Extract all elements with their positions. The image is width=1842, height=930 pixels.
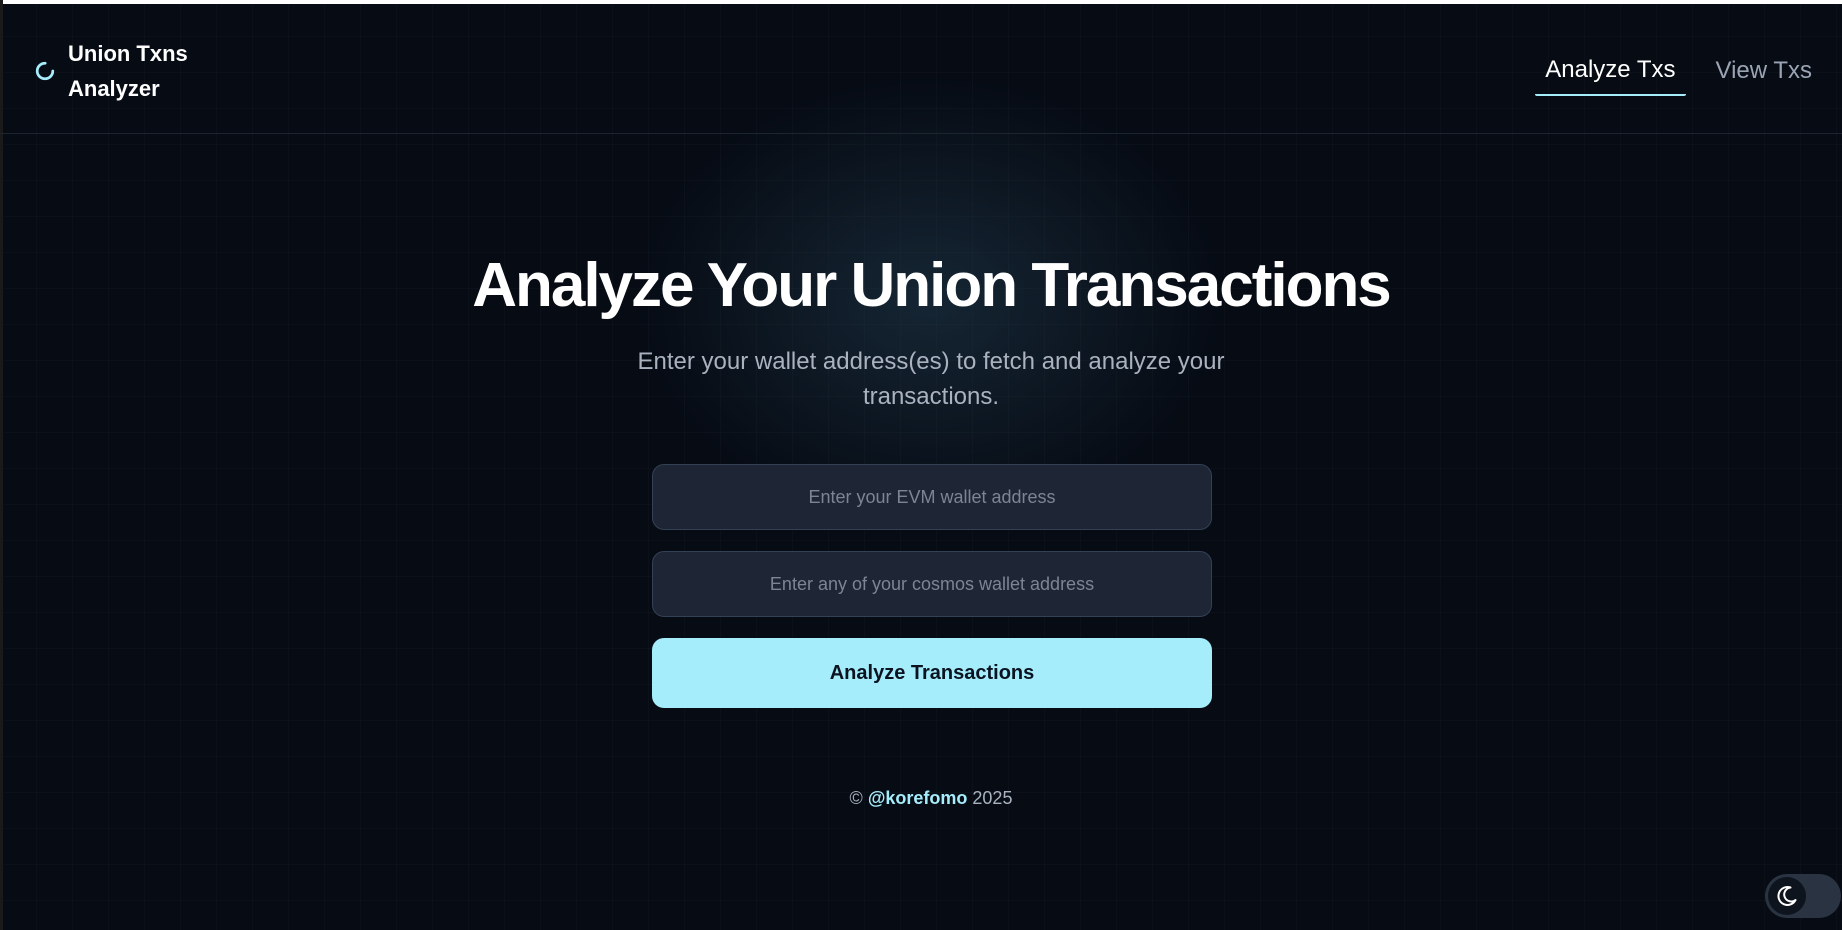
theme-toggle[interactable] [1765, 874, 1841, 918]
cosmos-address-input[interactable] [652, 551, 1212, 617]
author-handle-link[interactable]: @korefomo [868, 788, 968, 808]
page-title: Analyze Your Union Transactions [472, 251, 1392, 320]
toggle-knob [1768, 877, 1806, 915]
page-subtitle: Enter your wallet address(es) to fetch a… [637, 348, 1225, 410]
moon-icon [1777, 885, 1797, 906]
evm-address-input[interactable] [652, 464, 1212, 530]
nav-analyze-txs[interactable]: Analyze Txs [1535, 52, 1686, 96]
main-nav: Analyze Txs View Txs [1515, 52, 1822, 96]
brand[interactable]: Union Txns Analyzer [34, 36, 208, 106]
site-header: Union Txns Analyzer Analyze Txs View Txs [0, 4, 1842, 134]
loading-ring-icon [35, 61, 55, 81]
page: Union Txns Analyzer Analyze Txs View Txs… [0, 0, 1842, 930]
copyright-symbol: © [849, 788, 863, 808]
copyright-year: 2025 [972, 788, 1013, 808]
footer: © @korefomo 2025 [0, 788, 1842, 809]
brand-title: Union Txns Analyzer [68, 41, 188, 101]
analyze-transactions-button[interactable]: Analyze Transactions [652, 638, 1212, 708]
nav-view-txs[interactable]: View Txs [1706, 53, 1822, 95]
